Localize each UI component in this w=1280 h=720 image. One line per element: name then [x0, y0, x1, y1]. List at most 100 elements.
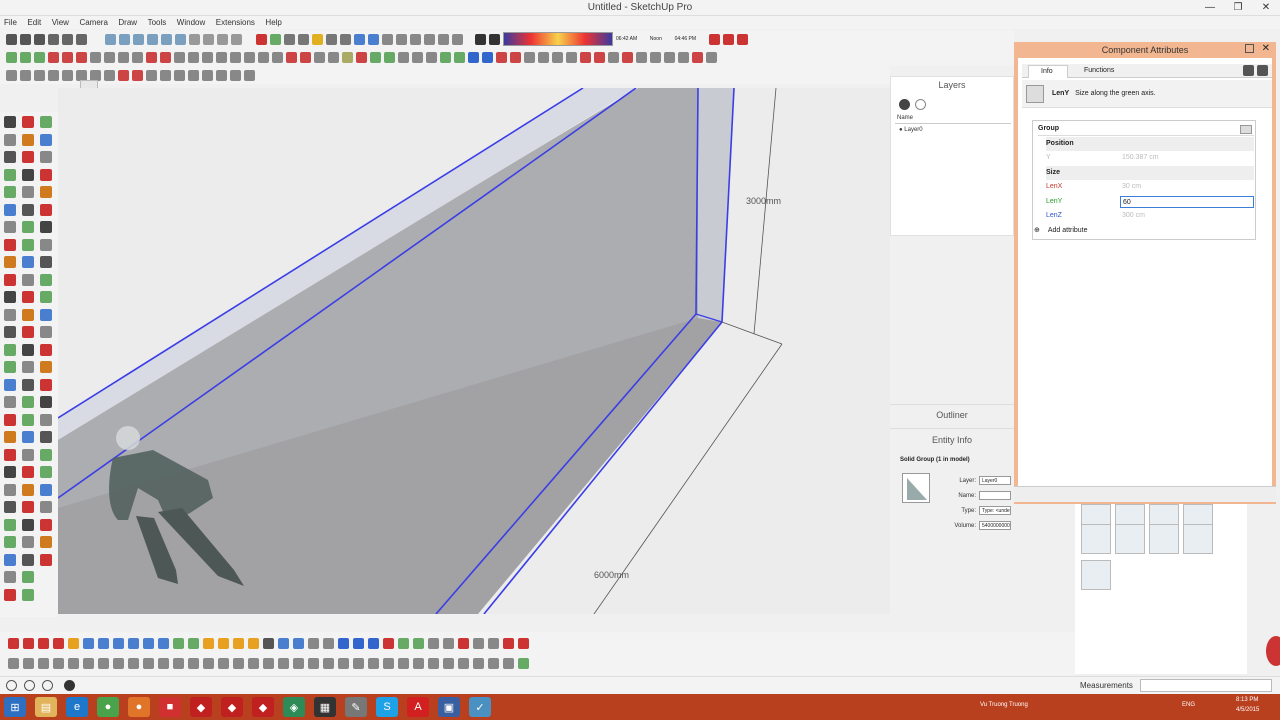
- component-thumb-5[interactable]: [1081, 524, 1111, 554]
- menu-draw[interactable]: Draw: [114, 16, 141, 29]
- left-tool-40-icon[interactable]: [4, 343, 16, 356]
- solid-b-icon[interactable]: [83, 638, 94, 649]
- copy-icon[interactable]: [62, 33, 73, 45]
- solid-ae-icon[interactable]: [518, 638, 529, 649]
- menu-help[interactable]: Help: [261, 16, 285, 29]
- left-tool-43-icon[interactable]: [4, 361, 16, 373]
- draw-p-icon[interactable]: [233, 658, 244, 669]
- left-tool-78-icon[interactable]: [40, 553, 52, 566]
- left-tool-11-icon[interactable]: [22, 168, 34, 181]
- menu-view[interactable]: View: [48, 16, 73, 29]
- tool-k-icon[interactable]: [146, 51, 157, 63]
- sandbox-a-icon[interactable]: [8, 638, 19, 649]
- pan-small-icon[interactable]: [230, 69, 241, 81]
- left-tool-27-icon[interactable]: [40, 256, 52, 268]
- draw-ad-icon[interactable]: [443, 658, 454, 669]
- solid-l-icon[interactable]: [233, 638, 244, 649]
- left-tool-19-icon[interactable]: [4, 221, 16, 233]
- drawing-viewport[interactable]: 3000mm 6000mm: [58, 88, 890, 614]
- 3dtext-small-icon[interactable]: [202, 69, 213, 81]
- left-tool-20-icon[interactable]: [22, 221, 34, 233]
- draw-v-icon[interactable]: [323, 658, 334, 669]
- left-tool-68-icon[interactable]: [22, 501, 34, 513]
- draw-c-icon[interactable]: [38, 658, 49, 669]
- left-tool-59-icon[interactable]: [22, 448, 34, 461]
- left-tool-75-icon[interactable]: [40, 536, 52, 548]
- solid-aa-icon[interactable]: [458, 638, 469, 649]
- left-tool-13-icon[interactable]: [4, 186, 16, 198]
- left-view-icon[interactable]: [175, 33, 186, 45]
- paint-icon[interactable]: [270, 33, 281, 45]
- menu-file[interactable]: File: [0, 16, 21, 29]
- draw-e-icon[interactable]: [68, 658, 79, 669]
- camera-icon[interactable]: [709, 33, 720, 45]
- left-tool-26-icon[interactable]: [22, 256, 34, 268]
- delete-layer-icon[interactable]: [915, 99, 926, 110]
- draw-ab-icon[interactable]: [413, 658, 424, 669]
- close-button[interactable]: ✕: [1252, 0, 1280, 15]
- left-tool-80-icon[interactable]: [22, 571, 34, 583]
- credits-icon[interactable]: [24, 680, 35, 691]
- cut-icon[interactable]: [48, 33, 59, 45]
- back-view-icon[interactable]: [161, 33, 172, 45]
- left-tool-22-icon[interactable]: [4, 238, 16, 251]
- tool-aj-icon[interactable]: [496, 51, 507, 63]
- name-field[interactable]: [979, 491, 1011, 500]
- app-green-icon[interactable]: ◈: [283, 697, 305, 717]
- instructor-icon[interactable]: [64, 680, 75, 691]
- hidden-line-icon[interactable]: [217, 33, 228, 45]
- tool-av-icon[interactable]: [664, 51, 675, 63]
- explorer-icon[interactable]: ▤: [35, 697, 57, 717]
- tool-ag-icon[interactable]: [454, 51, 465, 63]
- circle-small-icon[interactable]: [34, 69, 45, 81]
- left-tool-70-icon[interactable]: [4, 518, 16, 531]
- tool-j-icon[interactable]: [132, 51, 143, 63]
- left-tool-23-icon[interactable]: [22, 238, 34, 251]
- tool-n-icon[interactable]: [188, 51, 199, 63]
- refresh-icon[interactable]: [1243, 65, 1254, 76]
- tool-p-icon[interactable]: [216, 51, 227, 63]
- axes-small-icon[interactable]: [160, 69, 171, 81]
- help-icon[interactable]: [42, 680, 53, 691]
- left-tool-32-icon[interactable]: [22, 291, 34, 303]
- component-thumb-8[interactable]: [1183, 524, 1213, 554]
- solid-e-icon[interactable]: [128, 638, 139, 649]
- tool-ap-icon[interactable]: [580, 51, 591, 63]
- solid-i-icon[interactable]: [188, 638, 199, 649]
- left-tool-4-icon[interactable]: [4, 133, 16, 146]
- group-row[interactable]: Group: [1038, 122, 1254, 136]
- solid-s-icon[interactable]: [338, 638, 349, 649]
- add-layer-icon[interactable]: [899, 99, 910, 110]
- tool-g-icon[interactable]: [90, 51, 101, 63]
- left-tool-62-icon[interactable]: [22, 466, 34, 478]
- left-tool-65-icon[interactable]: [22, 483, 34, 496]
- zoom-extents-icon[interactable]: [368, 33, 379, 45]
- protractor-small-icon[interactable]: [188, 69, 199, 81]
- tool-t-icon[interactable]: [272, 51, 283, 63]
- menu-extensions[interactable]: Extensions: [212, 16, 259, 29]
- solid-ac-icon[interactable]: [488, 638, 499, 649]
- tool-ad-icon[interactable]: [412, 51, 423, 63]
- draw-m-icon[interactable]: [188, 658, 199, 669]
- component-window-close-icon[interactable]: ✕: [1262, 43, 1270, 54]
- left-tool-60-icon[interactable]: [40, 448, 52, 461]
- left-tool-61-icon[interactable]: [4, 466, 16, 478]
- firefox-icon[interactable]: ●: [128, 697, 150, 717]
- left-tool-31-icon[interactable]: [4, 291, 16, 303]
- left-tool-24-icon[interactable]: [40, 238, 52, 251]
- left-tool-30-icon[interactable]: [40, 273, 52, 286]
- solid-h-icon[interactable]: [173, 638, 184, 649]
- measurements-input[interactable]: [1140, 679, 1272, 692]
- draw-n-icon[interactable]: [203, 658, 214, 669]
- outliner-panel[interactable]: Outliner: [890, 404, 1014, 426]
- solid-k-icon[interactable]: [218, 638, 229, 649]
- left-tool-12-icon[interactable]: [40, 168, 52, 181]
- leny-input[interactable]: 60: [1120, 196, 1254, 208]
- left-tool-5-icon[interactable]: [22, 133, 34, 146]
- solid-n-icon[interactable]: [263, 638, 274, 649]
- draw-l-icon[interactable]: [173, 658, 184, 669]
- select-small-icon[interactable]: [6, 69, 17, 81]
- scale-small-icon[interactable]: [118, 69, 129, 81]
- iso-view-icon[interactable]: [105, 33, 116, 45]
- solid-m-icon[interactable]: [248, 638, 259, 649]
